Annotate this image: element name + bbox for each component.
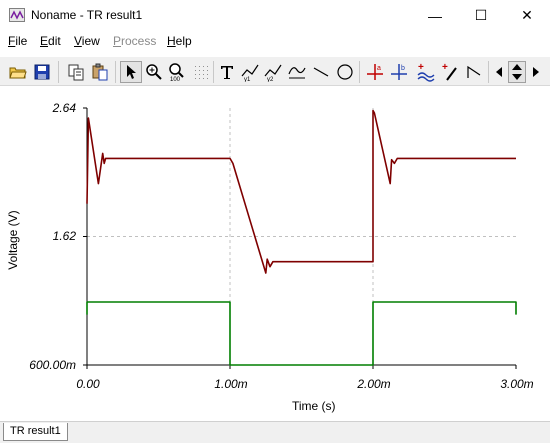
add-curve-icon[interactable]: +	[415, 61, 437, 83]
x-tick-label: 1.00m	[214, 377, 248, 391]
minimize-button[interactable]: —	[412, 0, 458, 31]
plot-area: 2.64 1.62 600.00m 0.00 1.00m 2.00m 3.00m…	[0, 87, 550, 421]
menu-edit[interactable]: Edit	[40, 34, 61, 48]
tab-tr-result1[interactable]: TR result1	[3, 423, 68, 441]
title-bar: Noname - TR result1 — ☐ ✕	[0, 0, 550, 31]
probe-icon[interactable]: +	[439, 61, 461, 83]
pointer-icon[interactable]	[120, 61, 142, 83]
open-icon[interactable]	[7, 61, 29, 83]
svg-text:+: +	[418, 62, 424, 73]
y-tick-label: 2.64	[52, 101, 76, 115]
scroll-right-icon[interactable]	[529, 61, 543, 83]
line-tool-icon[interactable]	[310, 61, 332, 83]
cursor-a-icon[interactable]: a	[364, 61, 386, 83]
menu-view[interactable]: View	[74, 34, 100, 48]
menu-help[interactable]: Help	[167, 34, 192, 48]
curve-tool-3-icon[interactable]	[286, 61, 308, 83]
x-axis-title: Time (s)	[292, 399, 336, 413]
app-icon	[9, 8, 25, 22]
menu-file[interactable]: File	[8, 34, 27, 48]
scroll-updown-icon[interactable]	[508, 61, 526, 83]
svg-text:100: 100	[170, 77, 181, 82]
x-tick-label: 2.00m	[357, 377, 391, 391]
cursor-b-icon[interactable]: b	[388, 61, 410, 83]
scroll-left-icon[interactable]	[492, 61, 506, 83]
status-bar: TR result1	[0, 421, 550, 443]
menu-bar: File Edit View Process Help	[0, 31, 550, 51]
x-tick-label: 0.00	[76, 377, 100, 391]
paste-icon[interactable]	[89, 61, 111, 83]
save-icon[interactable]	[31, 61, 53, 83]
toolbar-separator	[58, 61, 59, 83]
svg-text:y2: y2	[267, 77, 274, 82]
y-tick-label: 600.00m	[29, 358, 76, 372]
svg-text:a: a	[377, 65, 381, 72]
toolbar-separator	[213, 61, 214, 83]
curve-tool-2-icon[interactable]: y2	[262, 61, 284, 83]
copy-icon[interactable]	[65, 61, 87, 83]
x-tick-label: 3.00m	[500, 377, 534, 391]
series-line-1	[86, 109, 516, 274]
toolbar-separator	[359, 61, 360, 83]
svg-text:y1: y1	[244, 77, 251, 82]
maximize-button[interactable]: ☐	[458, 0, 504, 31]
chart-canvas[interactable]	[0, 87, 550, 421]
toolbar-separator	[488, 61, 489, 83]
y-axis-title: Voltage (V)	[6, 210, 20, 270]
zoom-in-icon[interactable]	[143, 61, 165, 83]
svg-text:b: b	[401, 65, 405, 72]
arrow-tool-icon[interactable]	[463, 61, 485, 83]
curve-tool-1-icon[interactable]: y1	[239, 61, 261, 83]
toolbar: 100 y1 y2 a b + +	[0, 56, 550, 86]
toolbar-separator	[115, 61, 116, 83]
svg-text:+: +	[442, 62, 448, 73]
grid-icon[interactable]	[190, 61, 212, 83]
zoom-100-icon[interactable]: 100	[166, 61, 188, 83]
series-line-2	[86, 301, 517, 366]
menu-process[interactable]: Process	[113, 34, 156, 48]
circle-tool-icon[interactable]	[334, 61, 356, 83]
window-title: Noname - TR result1	[31, 8, 143, 22]
close-button[interactable]: ✕	[504, 0, 550, 31]
text-tool-icon[interactable]	[216, 61, 238, 83]
